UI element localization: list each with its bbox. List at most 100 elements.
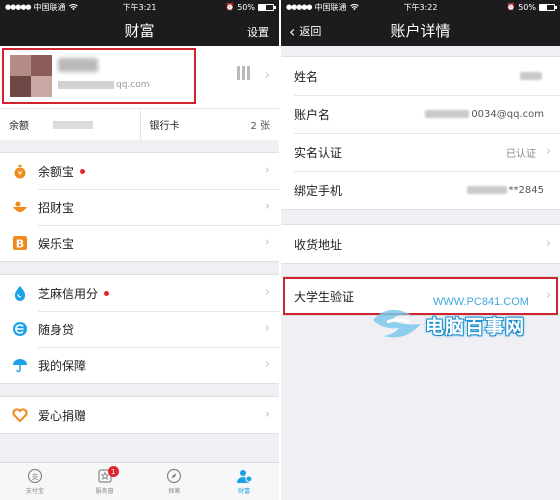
- alipay-icon: 支: [27, 468, 43, 484]
- chevron-right-icon: ›: [545, 144, 551, 159]
- chevron-right-icon: ›: [545, 236, 551, 251]
- watermark: WWW.PC841.COM 电脑百事网: [369, 296, 549, 358]
- svg-text:¥: ¥: [18, 170, 23, 178]
- profile-card[interactable]: qq.com ›: [0, 46, 279, 108]
- watermark-url: WWW.PC841.COM: [433, 296, 529, 308]
- menu-item[interactable]: 我的保障 ›: [0, 347, 279, 383]
- nav-bar: ‹ 返回 账户详情: [281, 14, 560, 46]
- tab-badge: 1: [107, 466, 119, 477]
- menu-group: 爱心捐赠 ›: [0, 396, 279, 434]
- nav-bar: 财富 设置: [0, 14, 279, 46]
- tab-label: 支付宝: [25, 488, 44, 495]
- battery-icon: [258, 3, 276, 11]
- account-detail-screen: ●●●●● 中国联通 下午3:22 ⏰ 50% ‹ 返回 账户详情 姓名账户名 0…: [281, 0, 560, 500]
- chevron-right-icon: ›: [264, 199, 270, 214]
- bank-card-count: 2 张: [250, 121, 270, 132]
- shipping-address-row[interactable]: 收货地址 ›: [281, 225, 560, 263]
- row-label: 收货地址: [294, 237, 343, 252]
- battery-percent: 50%: [237, 2, 255, 12]
- signal-icon: ●●●●●: [286, 3, 313, 11]
- menu-item-label: 芝麻信用分: [38, 286, 99, 301]
- notification-dot: [80, 168, 86, 174]
- account-row: 账户名 0034@qq.com: [281, 95, 560, 133]
- tab-item[interactable]: 服务窗 1: [70, 463, 140, 500]
- menu-item[interactable]: 芝麻信用分 ›: [0, 275, 279, 311]
- status-bar: ●●●●● 中国联通 下午3:22 ⏰ 50%: [281, 0, 560, 14]
- row-value: [520, 72, 544, 80]
- row-label: 姓名: [294, 69, 319, 84]
- menu-item[interactable]: 招财宝 ›: [0, 189, 279, 225]
- chevron-right-icon: ›: [264, 163, 270, 178]
- battery-icon: [539, 3, 557, 11]
- chevron-right-icon: ›: [264, 285, 270, 300]
- menu-item-label: 随身贷: [38, 322, 75, 337]
- menu-item-label: 娱乐宝: [38, 236, 75, 251]
- menu-item-label: 余额宝: [38, 164, 75, 179]
- menu-item[interactable]: B 娱乐宝 ›: [0, 225, 279, 261]
- e-logo-icon: [12, 321, 28, 337]
- bank-card-label: 银行卡: [149, 121, 180, 132]
- tab-label: 服务窗: [95, 488, 114, 495]
- b-logo-icon: B: [12, 235, 28, 251]
- avatar: [10, 55, 52, 97]
- compass-icon: [166, 468, 182, 484]
- back-button[interactable]: ‹ 返回: [289, 23, 321, 39]
- page-title: 财富: [124, 21, 155, 40]
- address-group: 收货地址 ›: [281, 224, 560, 264]
- carrier-label: 中国联通: [314, 2, 347, 12]
- tab-item[interactable]: 探索: [140, 463, 210, 500]
- tab-label: 探索: [168, 488, 181, 495]
- tab-item[interactable]: 支支付宝: [0, 463, 70, 500]
- settings-button[interactable]: 设置: [247, 24, 269, 40]
- menu-group: 芝麻信用分 › 随身贷 › 我的保障 ›: [0, 274, 279, 384]
- fortune-bowl-icon: [12, 199, 28, 215]
- battery-fill: [259, 4, 266, 10]
- bank-card-cell[interactable]: 银行卡 2 张: [139, 109, 280, 140]
- menu-item[interactable]: 随身贷 ›: [0, 311, 279, 347]
- battery-percent: 50%: [518, 2, 536, 12]
- heart-icon: [12, 407, 28, 423]
- tab-bar: 支支付宝 服务窗 1 探索 财富: [0, 462, 279, 500]
- user-email: qq.com: [58, 80, 150, 90]
- chevron-right-icon: ›: [264, 235, 270, 250]
- row-label: 绑定手机: [294, 183, 343, 198]
- status-bar: ●●●●● 中国联通 下午3:21 ⏰ 50%: [0, 0, 279, 14]
- page-title: 账户详情: [390, 21, 451, 40]
- row-value: **2845: [466, 185, 544, 196]
- row-label: 账户名: [294, 107, 331, 122]
- account-row: 姓名: [281, 57, 560, 95]
- wealth-screen: ●●●●● 中国联通 下午3:21 ⏰ 50% 财富 设置 qq.com › 余…: [0, 0, 279, 500]
- balance-cell[interactable]: 余额: [0, 109, 140, 140]
- row-value: 0034@qq.com: [425, 109, 544, 120]
- tab-label: 财富: [238, 488, 251, 495]
- carrier-label: 中国联通: [33, 2, 66, 12]
- chevron-left-icon: ‹: [289, 21, 296, 41]
- wifi-icon: [68, 3, 78, 10]
- battery-fill: [540, 4, 547, 10]
- row-label: 实名认证: [294, 145, 343, 160]
- balance-label: 余额: [9, 121, 29, 132]
- alarm-icon: ⏰: [506, 3, 516, 11]
- user-name-redacted: [58, 58, 98, 72]
- menu-item[interactable]: 爱心捐赠 ›: [0, 397, 279, 433]
- tab-item[interactable]: 财富: [209, 463, 279, 500]
- chevron-right-icon: ›: [264, 68, 270, 83]
- menu-item-label: 爱心捐赠: [38, 408, 87, 423]
- qr-code-icon[interactable]: [237, 66, 251, 80]
- chevron-right-icon: ›: [264, 407, 270, 422]
- water-drop-icon: [12, 285, 28, 301]
- menu-item[interactable]: ¥ 余额宝 ›: [0, 153, 279, 189]
- menu-item-label: 我的保障: [38, 358, 87, 373]
- watermark-text: 电脑百事网: [425, 316, 526, 338]
- menu-item-label: 招财宝: [38, 200, 75, 215]
- site-logo-icon: [373, 309, 421, 338]
- account-row: 绑定手机 **2845: [281, 171, 560, 209]
- menu-group: ¥ 余额宝 › 招财宝 › B 娱乐宝 ›: [0, 152, 279, 262]
- chevron-right-icon: ›: [264, 357, 270, 372]
- account-row[interactable]: 实名认证 已认证 ›: [281, 133, 560, 171]
- umbrella-icon: [12, 357, 28, 373]
- svg-text:B: B: [16, 238, 24, 251]
- balance-value-redacted: [53, 120, 93, 129]
- chevron-right-icon: ›: [264, 321, 270, 336]
- account-info-list: 姓名账户名 0034@qq.com 实名认证 已认证 › 绑定手机 **2845: [281, 56, 560, 210]
